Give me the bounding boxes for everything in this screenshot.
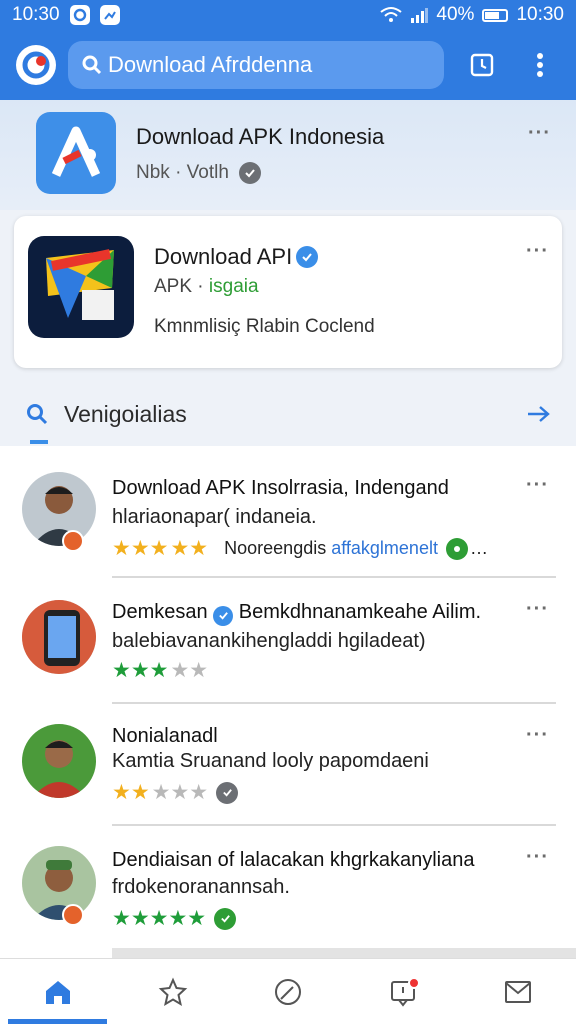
online-badge-icon	[62, 530, 84, 552]
divider	[112, 824, 556, 826]
review-note: Nooreengdis affakglmenelt	[224, 538, 438, 559]
star-rating: ★★★ ★★ Nooreengdis affakglmenelt …	[112, 536, 488, 561]
app-title: Download APK Indonesia	[136, 124, 385, 149]
stars-filled: ★★★★★	[112, 907, 207, 930]
divider	[112, 576, 556, 578]
avatar	[22, 724, 96, 798]
section-indicator	[30, 440, 48, 444]
stars-filled-more: ★★	[170, 537, 209, 560]
featured-app-name: Download API	[154, 244, 293, 269]
verified-icon	[296, 246, 319, 268]
hero-more-icon[interactable]: ···	[528, 122, 551, 145]
avatar	[22, 472, 96, 546]
app-logo[interactable]	[16, 45, 56, 85]
app-subtitle-text: Nbk · Votlh	[136, 162, 229, 183]
featured-meta-prefix: APK ·	[154, 276, 209, 297]
gray-status-icon	[216, 781, 239, 804]
bottom-navigation	[0, 958, 576, 1024]
top-toolbar: Download Afrddenna	[0, 30, 576, 100]
star-rating: ★★★★★	[112, 906, 237, 931]
avatar	[22, 600, 96, 674]
app-icon[interactable]	[36, 112, 116, 194]
signal-icon	[411, 8, 429, 23]
status-time-right: 10:30	[516, 4, 564, 25]
search-icon	[82, 55, 102, 75]
stars-filled: ★★★	[112, 537, 169, 560]
review-title: Demkesan Bemkdhnanamkeahe Ailim.	[112, 598, 532, 626]
verified-green-icon	[214, 907, 237, 930]
review-title-bold: Demkesan	[112, 601, 208, 623]
section-title: Venigoialias	[64, 400, 187, 427]
stars-empty: ★★	[170, 659, 209, 682]
history-button[interactable]	[468, 51, 496, 79]
review-note-highlight: affakglmenelt	[331, 538, 438, 558]
nav-explore[interactable]	[230, 959, 345, 1024]
review-title-bold: Download APK Insolrrasia,	[112, 477, 349, 499]
status-bar: 10:30 40% 10:30	[0, 0, 576, 30]
featured-app-icon	[28, 236, 134, 338]
stars-filled: ★★★	[112, 659, 169, 682]
app-subtitle: Nbk · Votlh	[136, 162, 261, 184]
review-list: Download APK Insolrrasia, Indengand hlar…	[0, 446, 576, 958]
nav-messages[interactable]	[461, 959, 576, 1024]
item-more-icon[interactable]: ···	[526, 846, 549, 869]
image-notification-icon	[99, 5, 120, 25]
review-title-rest: Bemkdhnanamkeahe Ailim.	[233, 601, 482, 623]
divider	[112, 702, 556, 704]
search-text: Download Afrddenna	[108, 52, 313, 77]
review-title: Nonialanadl	[112, 725, 218, 747]
featured-app-description: Kmnmlisiç Rlabin Coclend	[154, 316, 375, 337]
verified-icon	[213, 605, 234, 626]
arrow-right-icon[interactable]	[526, 404, 550, 424]
notification-badge	[407, 977, 420, 989]
review-text: frdokenoranannsah.	[112, 876, 290, 898]
list-footer-strip	[112, 948, 576, 958]
featured-app-title: Download API	[154, 244, 319, 270]
search-input[interactable]: Download Afrddenna	[68, 41, 444, 89]
featured-meta-highlight: isgaia	[208, 276, 259, 297]
review-title: Dendiaisan of lalacakan khgrkakanyliana	[112, 849, 475, 871]
nav-active-indicator	[8, 1019, 108, 1024]
item-more-icon[interactable]: ···	[526, 724, 549, 747]
battery-icon	[482, 8, 509, 22]
review-title: Download APK Insolrrasia, Indengand	[112, 474, 532, 502]
more-options-button[interactable]	[526, 51, 554, 79]
verified-gray-icon	[238, 162, 261, 184]
stars-empty: ★★★	[151, 781, 209, 804]
review-title-rest: Indengand	[348, 477, 449, 499]
review-text: balebiavanankihengladdi hgiladeat)	[112, 630, 426, 652]
review-note-suffix: …	[469, 538, 488, 558]
home-icon	[45, 980, 70, 1004]
search-icon	[27, 404, 48, 425]
stars-filled: ★★	[112, 781, 150, 804]
nav-home[interactable]	[0, 959, 115, 1024]
compass-icon	[275, 978, 301, 1005]
online-badge-icon	[62, 904, 84, 926]
clock-icon	[470, 53, 494, 77]
wifi-icon	[380, 7, 403, 22]
avatar	[22, 846, 96, 920]
app-header: Download APK Indonesia Nbk · Votlh ···	[0, 100, 576, 210]
card-more-icon[interactable]: ···	[526, 240, 549, 263]
review-text: Kamtia Sruanand looly papomdaeni	[112, 750, 429, 772]
section-header[interactable]: Venigoialias	[0, 384, 576, 444]
more-vertical-icon	[537, 53, 543, 77]
status-time-left: 10:30	[12, 4, 60, 25]
mail-icon	[505, 980, 532, 1003]
notification-app-icon	[69, 5, 90, 25]
star-rating: ★★★★★	[112, 780, 239, 805]
review-note-prefix: Nooreengdis	[224, 538, 332, 558]
star-rating: ★★★★★	[112, 658, 208, 683]
nav-favorites[interactable]	[115, 959, 230, 1024]
featured-app-meta: APK · isgaia	[154, 276, 259, 298]
green-status-icon	[445, 537, 468, 560]
nav-notifications[interactable]	[346, 959, 461, 1024]
item-more-icon[interactable]: ···	[526, 598, 549, 621]
battery-percent: 40%	[436, 4, 475, 25]
review-text: hlariaonapar( indaneia.	[112, 506, 317, 528]
star-icon	[158, 977, 188, 1006]
item-more-icon[interactable]: ···	[526, 474, 549, 497]
featured-app-card[interactable]: Download API APK · isgaia Kmnmlisiç Rlab…	[14, 216, 562, 368]
